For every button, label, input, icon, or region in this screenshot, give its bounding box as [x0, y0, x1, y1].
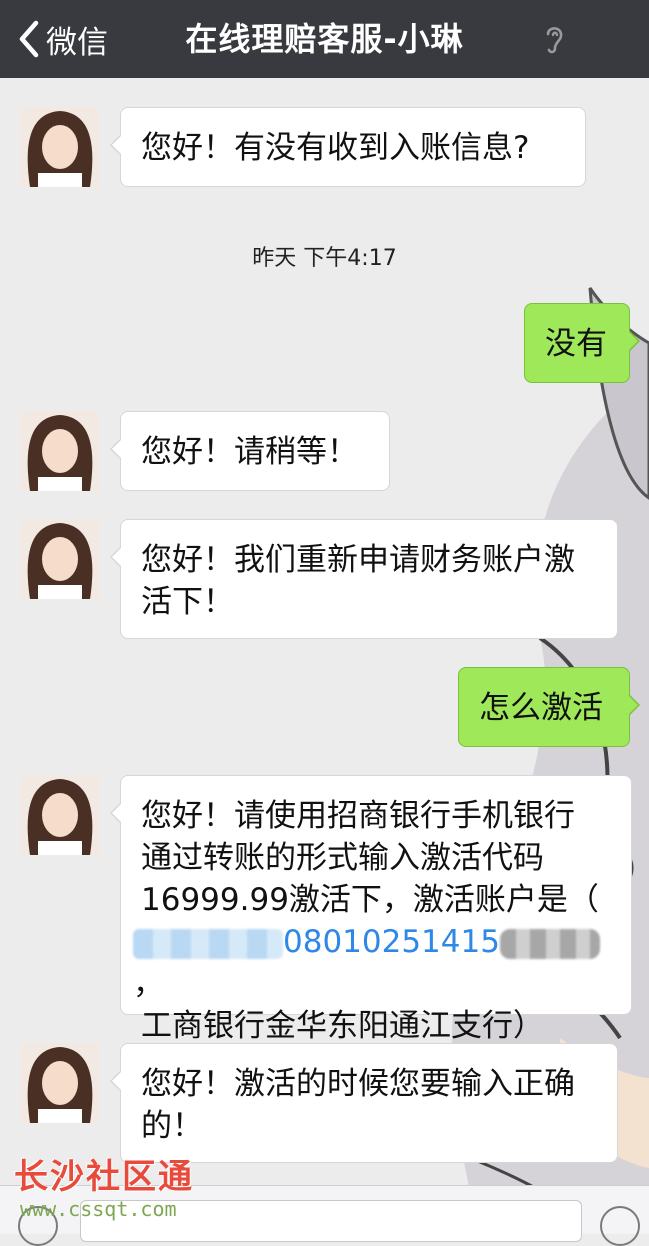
nav-bar: 微信 在线理赔客服-小琳 [0, 0, 649, 78]
watermark-url: www.cssqt.com [20, 1197, 177, 1221]
message-line: 工商银行金华东阳通江支行） [141, 1008, 544, 1044]
watermark: 长沙社区通 www.cssqt.com [14, 1157, 194, 1221]
message-text: 您好！我们重新申请财务账户激活下！ [141, 542, 575, 620]
contact-avatar[interactable] [20, 519, 100, 599]
avatar-image [20, 411, 100, 491]
message-bubble[interactable]: 您好！请使用招商银行手机银行 通过转账的形式输入激活代码 16999.99激活下… [110, 775, 632, 1044]
message-line: 通过转账的形式输入激活代码 [141, 840, 544, 876]
message-text: 没有 [545, 326, 607, 362]
message-bubble[interactable]: 您好！激活的时候您要输入正确的！ [110, 1043, 618, 1163]
contact-avatar[interactable] [20, 1043, 100, 1123]
watermark-title: 长沙社区通 [14, 1157, 194, 1197]
message-timestamp: 昨天 下午4:17 [252, 246, 397, 271]
redacted-blur [133, 928, 283, 959]
account-line: 08010251415 ， [133, 921, 611, 1005]
message-bubble[interactable]: 没有 [524, 303, 640, 383]
message-text: 您好！激活的时候您要输入正确的！ [141, 1066, 575, 1144]
contact-avatar[interactable] [20, 411, 100, 491]
message-line: 您好！请使用招商银行手机银行 [141, 798, 575, 834]
account-suffix: ， [133, 966, 164, 1002]
contact-avatar[interactable] [20, 107, 100, 187]
message-bubble[interactable]: 您好！请稍等！ [110, 411, 390, 491]
message-bubble[interactable]: 您好！有没有收到入账信息? [110, 107, 586, 187]
avatar-image [20, 107, 100, 187]
message-text: 您好！请稍等！ [141, 434, 358, 470]
message-text: 您好！有没有收到入账信息? [141, 130, 530, 166]
message-line: 16999.99激活下，激活账户是（ [141, 882, 599, 918]
avatar-image [20, 519, 100, 599]
emoji-icon[interactable] [600, 1206, 640, 1246]
avatar-image [20, 1043, 100, 1123]
redacted-blur [499, 928, 600, 959]
account-number-link[interactable]: 08010251415 [283, 924, 500, 960]
message-bubble[interactable]: 怎么激活 [458, 667, 640, 747]
message-text: 怎么激活 [479, 690, 603, 726]
avatar-image [20, 775, 100, 855]
ear-icon [546, 27, 563, 54]
contact-avatar[interactable] [20, 775, 100, 855]
message-bubble[interactable]: 您好！我们重新申请财务账户激活下！ [110, 519, 618, 639]
